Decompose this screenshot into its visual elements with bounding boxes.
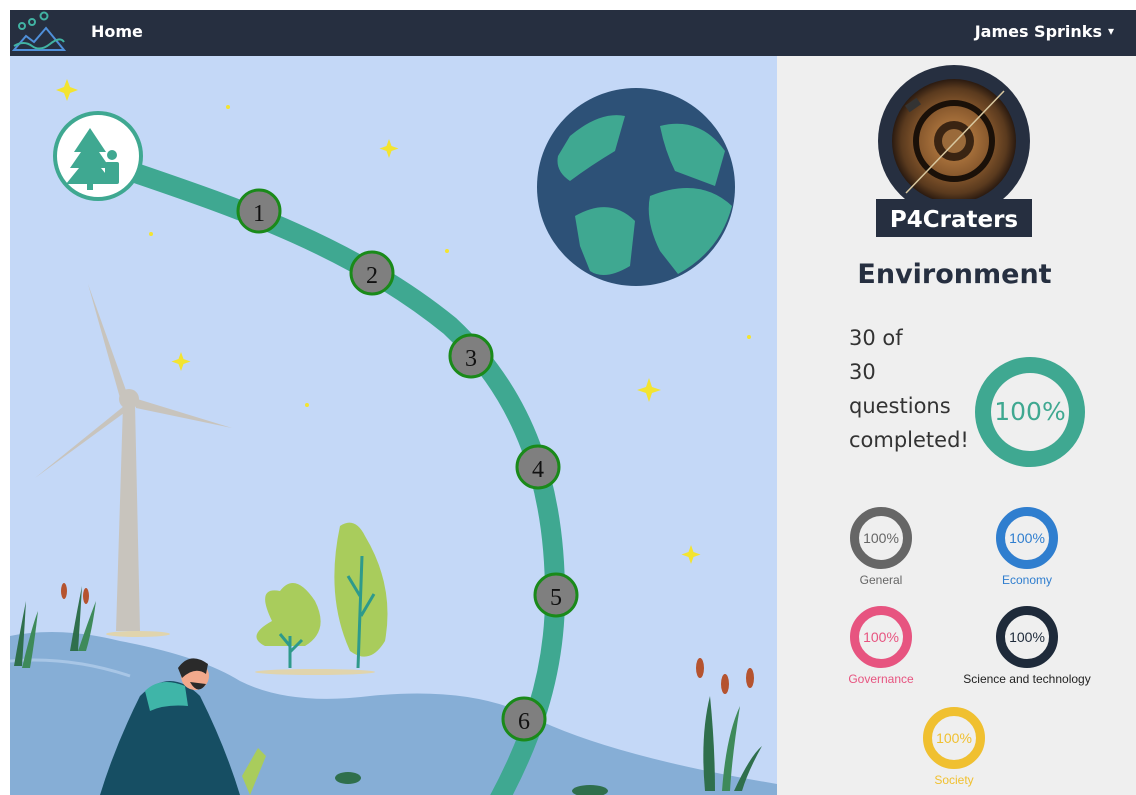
category-governance[interactable]: 100% Governance: [806, 605, 956, 686]
path-stop-5[interactable]: 5: [533, 572, 579, 618]
user-menu-dropdown[interactable]: James Sprinks ▾: [975, 22, 1114, 41]
topic-sidebar: P4Craters Environment 30 of 30 questions…: [777, 56, 1136, 795]
category-progress-ring: 100%: [996, 507, 1058, 569]
stop-number: 3: [465, 346, 477, 372]
p4craters-badge[interactable]: P4Craters: [876, 65, 1032, 237]
category-label: Science and technology: [963, 672, 1091, 686]
app-logo-icon[interactable]: [10, 10, 68, 56]
stop-number: 5: [550, 585, 562, 611]
overall-progress-percent: 100%: [994, 397, 1065, 426]
progress-line: completed!: [849, 428, 969, 452]
category-science-and-technology[interactable]: 100% Science and technology: [952, 605, 1102, 686]
category-percent: 100%: [1009, 629, 1045, 645]
path-stop-1[interactable]: 1: [236, 188, 282, 234]
topic-title: Environment: [857, 259, 1052, 290]
category-percent: 100%: [936, 730, 972, 746]
category-progress-ring: 100%: [996, 606, 1058, 668]
stop-number: 1: [253, 201, 265, 227]
badge-label: P4Craters: [890, 207, 1018, 233]
path-stop-3[interactable]: 3: [448, 333, 494, 379]
questions-completed-text: 30 of 30 questions completed!: [849, 321, 971, 457]
category-progress-ring: 100%: [923, 707, 985, 769]
category-economy[interactable]: 100% Economy: [952, 506, 1102, 587]
learning-path-map: 1 2 3 4 5 6: [10, 56, 777, 795]
overall-progress-ring: 100%: [975, 357, 1085, 467]
category-general[interactable]: 100% General: [806, 506, 956, 587]
stop-number: 6: [518, 709, 530, 735]
globe-illustration: [537, 88, 735, 286]
category-label: General: [859, 573, 903, 587]
progress-line: 30: [849, 360, 876, 384]
category-label: Economy: [1001, 573, 1053, 587]
stop-number: 4: [532, 457, 544, 483]
progress-line: 30 of: [849, 326, 903, 350]
category-percent: 100%: [863, 530, 899, 546]
nav-home-link[interactable]: Home: [91, 22, 143, 41]
path-stop-6[interactable]: 6: [501, 696, 547, 742]
category-label: Governance: [848, 672, 914, 686]
start-point-forest-icon[interactable]: [53, 111, 143, 201]
navbar: Home James Sprinks ▾: [10, 10, 1136, 56]
chevron-down-icon: ▾: [1107, 24, 1114, 38]
category-progress-ring: 100%: [850, 507, 912, 569]
category-progress-ring: 100%: [850, 606, 912, 668]
stop-number: 2: [366, 263, 378, 289]
progress-line: questions: [849, 394, 951, 418]
path-stop-4[interactable]: 4: [515, 444, 561, 490]
path-stop-2[interactable]: 2: [349, 250, 395, 296]
category-percent: 100%: [1009, 530, 1045, 546]
category-label: Society: [934, 773, 974, 787]
user-name: James Sprinks: [974, 22, 1102, 41]
map-illustration: 1 2 3 4 5 6: [10, 56, 777, 795]
category-percent: 100%: [863, 629, 899, 645]
category-society[interactable]: 100% Society: [879, 706, 1029, 787]
